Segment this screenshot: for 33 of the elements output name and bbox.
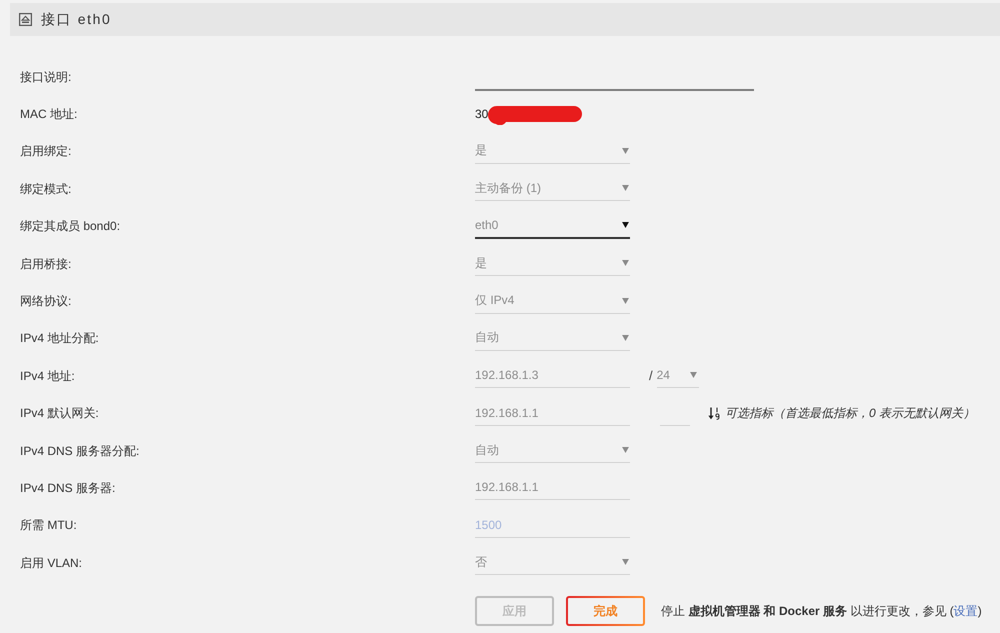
field-label: 启用 VLAN: [20, 556, 82, 570]
section-title: 接口 eth0 [41, 10, 112, 28]
field-label: 绑定模式: [20, 182, 72, 196]
field-label: IPv4 地址: [20, 368, 75, 383]
caret-icon [622, 260, 629, 266]
mac-address-text: 30 [475, 107, 488, 122]
caret-icon [690, 372, 697, 378]
field-label: IPv4 默认网关: [20, 406, 99, 420]
note-text: 停止 虚拟机管理器 和 Docker 服务 以进行更改，参见 (设置) [661, 602, 982, 620]
metric-hint-text: 可选指标（首选最低指标，0 表示无默认网关） [725, 404, 976, 422]
field-label: 接口说明: [20, 70, 72, 84]
field-label: MAC 地址: [20, 107, 78, 122]
dropdown[interactable]: eth0 [475, 214, 630, 239]
caret-icon [622, 334, 629, 341]
field-label: 绑定其成员 bond0: [20, 219, 120, 234]
field-label: 所需 MTU: [20, 518, 77, 532]
caret-icon [622, 298, 629, 304]
field-label: IPv4 地址分配: [20, 331, 99, 346]
settings-link[interactable]: 设置 [954, 604, 978, 618]
field-label: 网络协议: [20, 294, 72, 308]
caret-icon [622, 185, 629, 192]
caret-icon [622, 447, 629, 454]
field-label: IPv4 DNS 服务器分配: [20, 444, 140, 458]
done-button[interactable]: 完成 [566, 596, 645, 626]
caret-icon [622, 148, 629, 154]
field-label: 启用桥接: [20, 256, 72, 271]
caret-icon [622, 559, 629, 566]
field-label: IPv4 DNS 服务器: [20, 480, 116, 495]
slash-separator: / [649, 368, 653, 384]
field-label: 启用绑定: [20, 144, 72, 158]
sort-numeric-icon [708, 406, 721, 420]
caret-icon [622, 222, 629, 228]
eject-icon [19, 13, 32, 26]
